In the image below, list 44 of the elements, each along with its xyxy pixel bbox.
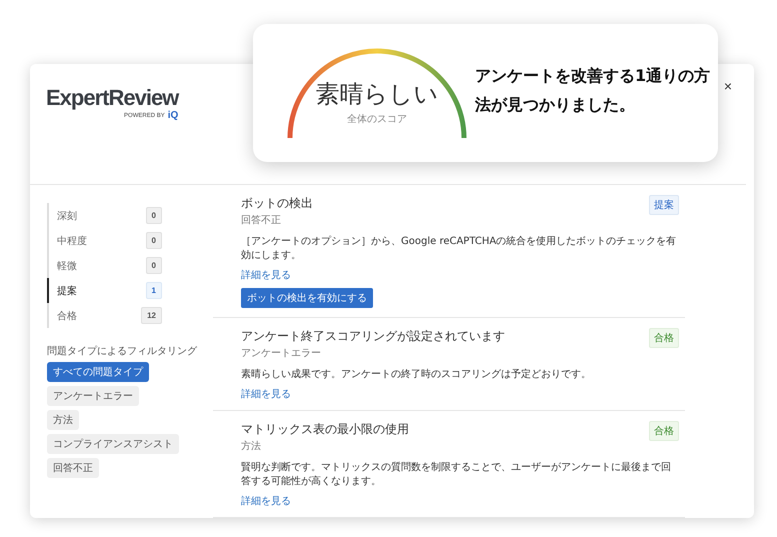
- severity-label: 深刻: [57, 210, 77, 222]
- enable-button[interactable]: ボットの検出を有効にする: [241, 288, 373, 308]
- filter-chip[interactable]: 回答不正: [47, 458, 99, 478]
- filter-chip[interactable]: 方法: [47, 410, 79, 430]
- severity-label: 軽微: [57, 260, 77, 272]
- count-badge: 0: [146, 257, 162, 274]
- filter-heading: 問題タイプによるフィルタリング: [47, 344, 198, 358]
- logo-wordmark: ExpertReview: [46, 86, 178, 110]
- status-badge: 合格: [649, 328, 679, 348]
- score-headline: アンケートを改善する1通りの方法が見つかりました。: [475, 65, 712, 116]
- severity-label: 中程度: [57, 234, 87, 248]
- severity-filter[interactable]: 軽微 0: [47, 253, 162, 278]
- result-category: アンケートエラー: [241, 347, 322, 360]
- details-link[interactable]: 詳細を見る: [241, 387, 291, 401]
- severity-label: 提案: [57, 284, 77, 298]
- filter-chip[interactable]: コンプライアンスアシスト: [47, 434, 179, 454]
- score-caption: 全体のスコア: [347, 113, 407, 126]
- result-description: ［アンケートのオプション］から、Google reCAPTCHAの統合を使用したボットのチェックを有効にします。: [241, 235, 678, 263]
- details-link[interactable]: 詳細を見る: [241, 494, 291, 508]
- result-description: 素晴らしい成果です。アンケートの終了時のスコアリングは予定どおりです。: [241, 368, 591, 382]
- result-description: 賢明な判断です。マトリックスの質問数を制限することで、ユーザーがアンケートに最後まで回答する可能性が高くなります。: [241, 461, 672, 489]
- result-category: 方法: [241, 440, 262, 453]
- score-gauge-icon: [287, 48, 467, 140]
- severity-filter[interactable]: 提案 1: [47, 278, 162, 303]
- brand-mark: iQ: [168, 110, 178, 121]
- result-title: ボットの検出: [241, 195, 313, 212]
- result-title: マトリックス表の最小限の使用: [241, 421, 409, 438]
- filter-chip[interactable]: アンケートエラー: [47, 386, 139, 406]
- score-label: 素晴らしい: [316, 79, 438, 110]
- count-badge: 1: [146, 282, 162, 299]
- close-button[interactable]: ×: [720, 78, 736, 94]
- filter-chip[interactable]: すべての問題タイプ: [47, 362, 149, 382]
- severity-filter[interactable]: 中程度 0: [47, 228, 162, 253]
- count-badge: 0: [146, 207, 162, 224]
- severity-filter[interactable]: 合格 12: [47, 303, 162, 328]
- status-badge: 提案: [649, 195, 679, 215]
- count-badge: 12: [141, 307, 162, 324]
- status-badge: 合格: [649, 421, 679, 441]
- details-link[interactable]: 詳細を見る: [241, 268, 291, 282]
- severity-filter[interactable]: 深刻 0: [47, 203, 162, 228]
- result-title: アンケート終了スコアリングが設定されています: [241, 328, 505, 345]
- severity-label: 合格: [57, 310, 77, 322]
- count-badge: 0: [146, 232, 162, 249]
- result-category: 回答不正: [241, 214, 282, 227]
